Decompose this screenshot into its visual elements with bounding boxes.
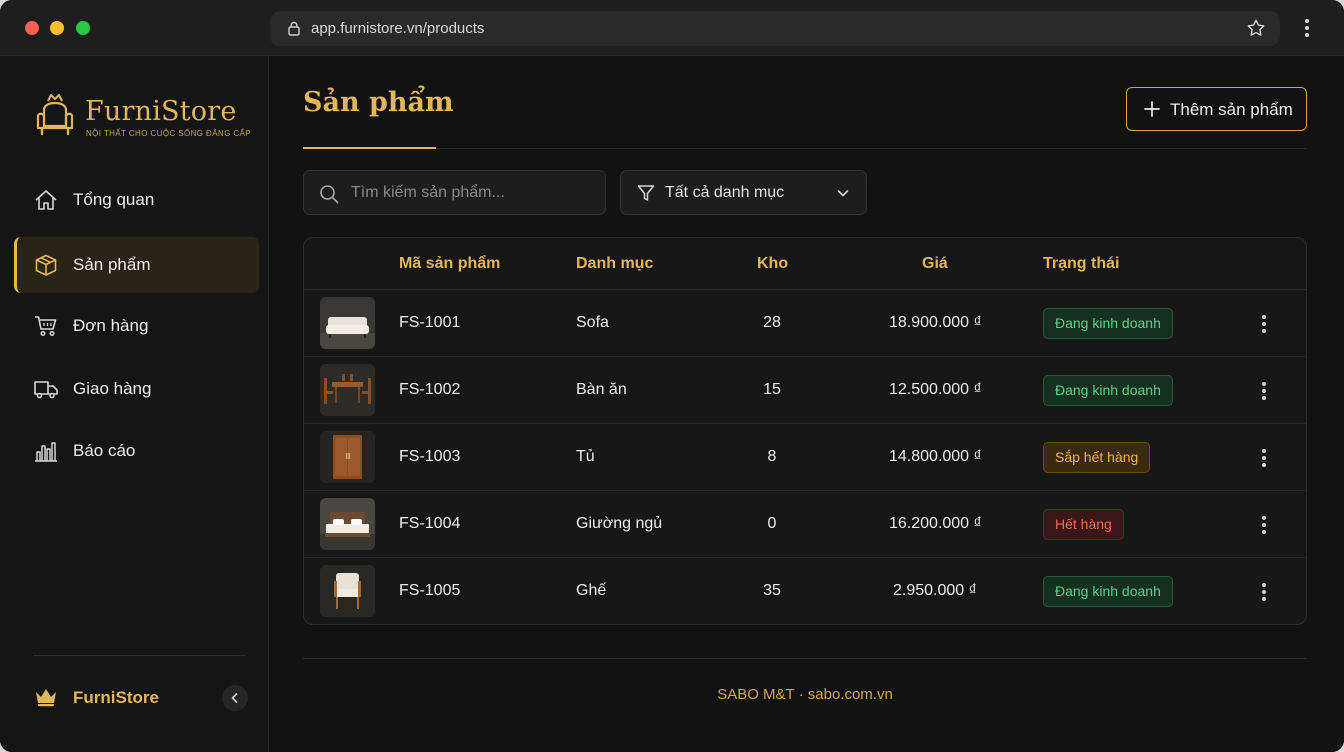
product-code: FS-1005	[399, 582, 461, 599]
filter-icon	[637, 185, 655, 201]
url-text: app.furnistore.vn/products	[311, 20, 485, 37]
product-thumbnail-sofa	[320, 297, 375, 349]
product-price: 18.900.000 ₫	[889, 314, 982, 331]
product-price: 2.950.000 ₫	[893, 582, 977, 599]
product-thumbnail-wardrobe	[320, 431, 375, 483]
status-badge: Đang kinh doanh	[1043, 375, 1173, 406]
minimize-window-button[interactable]	[50, 21, 64, 35]
product-category: Tủ	[576, 448, 595, 465]
product-category: Ghế	[576, 582, 607, 599]
address-bar[interactable]: app.furnistore.vn/products	[270, 11, 1280, 46]
status-badge: Đang kinh doanh	[1043, 576, 1173, 607]
search-icon	[320, 185, 339, 204]
product-price: 12.500.000 ₫	[889, 381, 982, 398]
brand-tagline: NỘI THẤT CHO CUỘC SỐNG ĐẲNG CẤP	[86, 129, 252, 138]
column-header-category[interactable]: Danh mục	[576, 255, 653, 273]
product-stock: 35	[763, 582, 781, 599]
product-stock: 15	[763, 381, 781, 398]
row-actions-icon[interactable]	[1254, 513, 1274, 537]
product-stock: 0	[767, 515, 777, 532]
category-filter-select[interactable]: Tất cả danh mục	[620, 170, 867, 215]
home-icon	[35, 190, 57, 210]
table-row[interactable]: FS-1004 Giường ngủ 0 16.200.000 ₫ Hết hà…	[304, 491, 1306, 558]
sidebar-divider	[33, 655, 246, 656]
plus-icon	[1144, 101, 1160, 117]
truck-icon	[34, 381, 58, 399]
crown-icon	[36, 689, 56, 707]
box-icon	[35, 254, 57, 276]
header-divider	[436, 148, 1307, 149]
lock-icon	[288, 21, 300, 36]
product-code: FS-1004	[399, 515, 461, 532]
bookmark-star-icon[interactable]	[1246, 18, 1266, 38]
row-actions-icon[interactable]	[1254, 312, 1274, 336]
product-category: Bàn ăn	[576, 381, 627, 398]
collapse-sidebar-button[interactable]	[222, 685, 248, 711]
close-window-button[interactable]	[25, 21, 39, 35]
browser-menu-icon[interactable]	[1297, 16, 1317, 40]
maximize-window-button[interactable]	[76, 21, 90, 35]
status-badge: Hết hàng	[1043, 509, 1124, 540]
chart-icon	[35, 442, 57, 462]
footer-divider	[303, 658, 1307, 659]
browser-window: app.furnistore.vn/products FurniStore NỘ…	[0, 0, 1344, 752]
product-thumbnail-chair	[320, 565, 375, 617]
sidebar-item-overview[interactable]: Tổng quan	[14, 172, 259, 228]
sidebar-item-label: Tổng quan	[73, 190, 155, 209]
main-content: Sản phẩm Thêm sản phẩm Tất cả danh mục	[270, 56, 1344, 752]
product-stock: 28	[763, 314, 781, 331]
browser-toolbar: app.furnistore.vn/products	[0, 0, 1344, 56]
table-header: Mã sản phẩm Danh mục Kho Giá Trạng thái	[304, 238, 1306, 290]
table-row[interactable]: FS-1005 Ghế 35 2.950.000 ₫ Đang kinh doa…	[304, 558, 1306, 624]
search-box	[303, 170, 606, 215]
sidebar-item-label: Đơn hàng	[73, 316, 149, 335]
status-badge: Đang kinh doanh	[1043, 308, 1173, 339]
chevron-down-icon	[837, 190, 849, 197]
product-category: Sofa	[576, 314, 609, 331]
status-badge: Sắp hết hàng	[1043, 442, 1151, 473]
column-header-price[interactable]: Giá	[922, 255, 948, 273]
product-price: 14.800.000 ₫	[889, 448, 982, 465]
product-price: 16.200.000 ₫	[889, 515, 982, 532]
armchair-logo-icon	[36, 94, 74, 136]
sidebar-item-products[interactable]: Sản phẩm	[14, 237, 259, 293]
table-row[interactable]: FS-1003 Tủ 8 14.800.000 ₫ Sắp hết hàng	[304, 424, 1306, 491]
sidebar-item-reports[interactable]: Báo cáo	[14, 423, 259, 479]
brand-name: FurniStore	[85, 96, 237, 127]
product-category: Giường ngủ	[576, 515, 663, 532]
table-row[interactable]: FS-1001 Sofa 28 18.900.000 ₫ Đang kinh d…	[304, 290, 1306, 357]
page-title: Sản phẩm	[303, 87, 454, 118]
sidebar-item-orders[interactable]: Đơn hàng	[14, 298, 259, 354]
footer-credit: SABO M&T · sabo.com.vn	[717, 686, 893, 703]
sidebar-footer-brand: FurniStore	[73, 688, 159, 707]
product-code: FS-1001	[399, 314, 461, 331]
search-input[interactable]	[351, 171, 596, 214]
title-underline	[303, 147, 436, 149]
sidebar-item-label: Giao hàng	[73, 379, 152, 398]
row-actions-icon[interactable]	[1254, 379, 1274, 403]
sidebar: FurniStore NỘI THẤT CHO CUỘC SỐNG ĐẲNG C…	[0, 56, 269, 752]
add-product-button[interactable]: Thêm sản phẩm	[1126, 87, 1307, 131]
row-actions-icon[interactable]	[1254, 446, 1274, 470]
product-thumbnail-bed	[320, 498, 375, 550]
add-product-label: Thêm sản phẩm	[1170, 100, 1293, 119]
filter-selected-value: Tất cả danh mục	[665, 184, 785, 201]
column-header-stock[interactable]: Kho	[757, 255, 788, 273]
column-header-code[interactable]: Mã sản phẩm	[399, 255, 500, 273]
product-code: FS-1003	[399, 448, 461, 465]
sidebar-item-label: Sản phẩm	[73, 255, 151, 274]
product-thumbnail-dining-table	[320, 364, 375, 416]
row-actions-icon[interactable]	[1254, 580, 1274, 604]
column-header-status[interactable]: Trạng thái	[1043, 255, 1119, 273]
chevron-left-icon	[231, 693, 238, 703]
cart-icon	[35, 316, 57, 337]
table-row[interactable]: FS-1002 Bàn ăn 15 12.500.000 ₫ Đang kinh…	[304, 357, 1306, 424]
sidebar-item-shipping[interactable]: Giao hàng	[14, 361, 259, 417]
products-table: Mã sản phẩm Danh mục Kho Giá Trạng thái	[303, 237, 1307, 625]
product-stock: 8	[767, 448, 777, 465]
sidebar-item-label: Báo cáo	[73, 441, 136, 460]
product-code: FS-1002	[399, 381, 461, 398]
